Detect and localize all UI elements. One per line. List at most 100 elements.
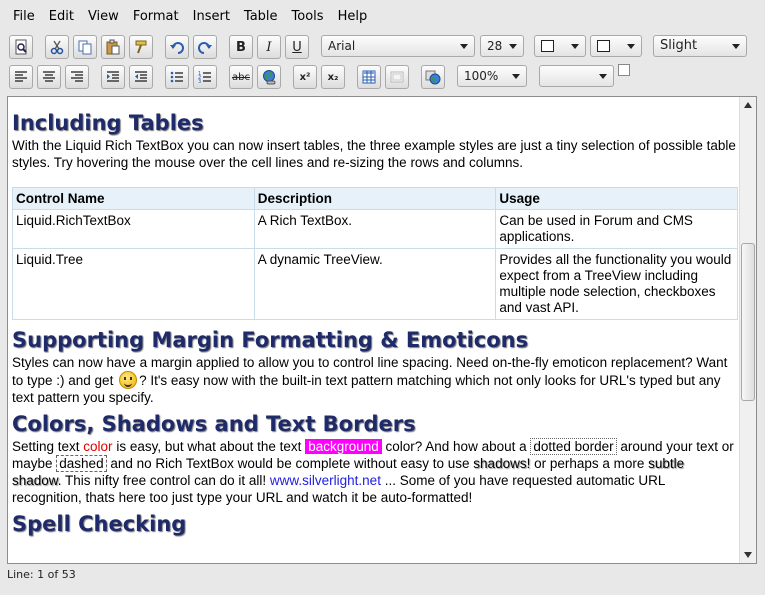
- vertical-scrollbar[interactable]: [739, 97, 756, 563]
- scroll-thumb[interactable]: [741, 243, 755, 401]
- paragraph-text: Setting text: [12, 439, 84, 454]
- numbered-list-icon: 123: [198, 71, 211, 85]
- menu-edit[interactable]: Edit: [42, 9, 81, 24]
- outdent-button[interactable]: [129, 65, 153, 89]
- example-table[interactable]: Control Name Description Usage Liquid.Ri…: [12, 187, 738, 320]
- paragraph-text: or perhaps a more: [530, 456, 649, 471]
- chevron-down-icon: [460, 44, 468, 49]
- chevron-down-icon: [732, 44, 740, 49]
- insert-table-button[interactable]: [357, 65, 381, 89]
- table-row: Liquid.Tree A dynamic TreeView. Provides…: [12, 248, 738, 320]
- border-color-swatch: [541, 40, 554, 52]
- table-cell[interactable]: A dynamic TreeView.: [253, 248, 497, 320]
- align-right-icon: [71, 71, 83, 82]
- bold-button[interactable]: B: [229, 35, 253, 59]
- table-cell[interactable]: Provides all the functionality you would…: [495, 248, 738, 320]
- rich-text-editor[interactable]: Including Tables With the Liquid Rich Te…: [7, 96, 757, 564]
- menu-tools[interactable]: Tools: [285, 9, 331, 24]
- align-right-button[interactable]: [65, 65, 89, 89]
- align-center-button[interactable]: [37, 65, 61, 89]
- paragraph-tables: With the Liquid Rich TextBox you can now…: [12, 138, 736, 170]
- arrow-down-icon: [744, 552, 752, 558]
- table-cell[interactable]: A Rich TextBox.: [253, 209, 497, 249]
- shadow-text-sample: shadows!: [473, 456, 531, 471]
- indent-icon: [107, 71, 119, 82]
- scissors-icon: [50, 40, 64, 55]
- scroll-up-button[interactable]: [740, 97, 756, 113]
- font-size-select[interactable]: 28: [480, 35, 524, 57]
- heading-colors-shadows: Colors, Shadows and Text Borders: [12, 412, 416, 436]
- align-center-icon: [43, 71, 55, 82]
- table-row: Liquid.RichTextBox A Rich TextBox. Can b…: [12, 209, 738, 249]
- red-text-sample: color: [83, 439, 113, 454]
- dashed-border-sample: dashed: [56, 455, 107, 472]
- table-cell[interactable]: Liquid.Tree: [12, 248, 255, 320]
- menu-bar: File Edit View Format Insert Table Tools…: [0, 0, 765, 32]
- web-button[interactable]: [421, 65, 445, 89]
- insert-link-button[interactable]: [257, 65, 281, 89]
- fill-color-swatch: [597, 40, 610, 52]
- font-size-value: 28: [487, 39, 503, 53]
- print-preview-button[interactable]: [9, 35, 33, 59]
- chevron-down-icon: [509, 44, 517, 49]
- bullet-list-icon: [170, 71, 183, 83]
- brush-icon: [135, 40, 147, 54]
- menu-help[interactable]: Help: [331, 9, 375, 24]
- font-family-select[interactable]: Arial: [321, 35, 475, 57]
- table-header-cell[interactable]: Description: [253, 187, 497, 210]
- menu-view[interactable]: View: [81, 9, 126, 24]
- zoom-select[interactable]: 100%: [457, 65, 527, 87]
- strikethrough-button[interactable]: abc: [229, 65, 253, 89]
- underline-button[interactable]: U: [285, 35, 309, 59]
- zoom-value: 100%: [464, 69, 499, 83]
- table-cell[interactable]: Liquid.RichTextBox: [12, 209, 255, 249]
- format-painter-button[interactable]: [129, 35, 153, 59]
- menu-file[interactable]: File: [6, 9, 42, 24]
- svg-text:3: 3: [198, 79, 201, 85]
- subscript-button[interactable]: x₂: [321, 65, 345, 89]
- print-preview-icon: [15, 39, 27, 55]
- shadow-style-select[interactable]: Slight: [653, 35, 747, 57]
- undo-icon: [170, 42, 184, 54]
- heading-spell-checking: Spell Checking: [12, 512, 187, 536]
- url-link[interactable]: www.silverlight.net: [270, 473, 381, 488]
- border-color-select[interactable]: [534, 35, 586, 57]
- align-left-button[interactable]: [9, 65, 33, 89]
- smiley-emoticon-icon: [119, 371, 138, 389]
- style-select[interactable]: [539, 65, 614, 87]
- image-icon: [390, 71, 404, 83]
- background-text-sample: background: [305, 439, 382, 454]
- copy-button[interactable]: [73, 35, 97, 59]
- redo-button[interactable]: [193, 35, 217, 59]
- paste-button[interactable]: [101, 35, 125, 59]
- italic-button[interactable]: I: [257, 35, 281, 59]
- scroll-down-button[interactable]: [740, 547, 756, 563]
- fill-color-select[interactable]: [590, 35, 642, 57]
- table-header-cell[interactable]: Usage: [495, 187, 738, 210]
- dotted-border-sample: dotted border: [530, 438, 617, 455]
- indent-button[interactable]: [101, 65, 125, 89]
- insert-image-button[interactable]: [385, 65, 409, 89]
- table-cell[interactable]: Can be used in Forum and CMS application…: [495, 209, 738, 249]
- heading-including-tables: Including Tables: [12, 111, 204, 135]
- chevron-down-icon: [599, 74, 607, 79]
- undo-button[interactable]: [165, 35, 189, 59]
- toolbar-row-2: 123 abc x² x₂ 100%: [0, 62, 765, 92]
- table-icon: [362, 70, 376, 84]
- paragraph-colors: Setting text color is easy, but what abo…: [12, 438, 736, 506]
- bullet-list-button[interactable]: [165, 65, 189, 89]
- menu-table[interactable]: Table: [237, 9, 285, 24]
- menu-format[interactable]: Format: [126, 9, 186, 24]
- superscript-button[interactable]: x²: [293, 65, 317, 89]
- paragraph-text: color? And how about a: [381, 439, 531, 454]
- menu-insert[interactable]: Insert: [186, 9, 237, 24]
- document-content[interactable]: Including Tables With the Liquid Rich Te…: [12, 109, 738, 538]
- cut-button[interactable]: [45, 35, 69, 59]
- option-checkbox[interactable]: [618, 64, 630, 76]
- paragraph-text: is easy, but what about the text: [112, 439, 306, 454]
- paragraph-text: . This nifty free control can do it all!: [57, 473, 270, 488]
- table-header-cell[interactable]: Control Name: [12, 187, 255, 210]
- redo-icon: [198, 42, 212, 54]
- paragraph-text: and no Rich TextBox would be complete wi…: [106, 456, 474, 471]
- numbered-list-button[interactable]: 123: [193, 65, 217, 89]
